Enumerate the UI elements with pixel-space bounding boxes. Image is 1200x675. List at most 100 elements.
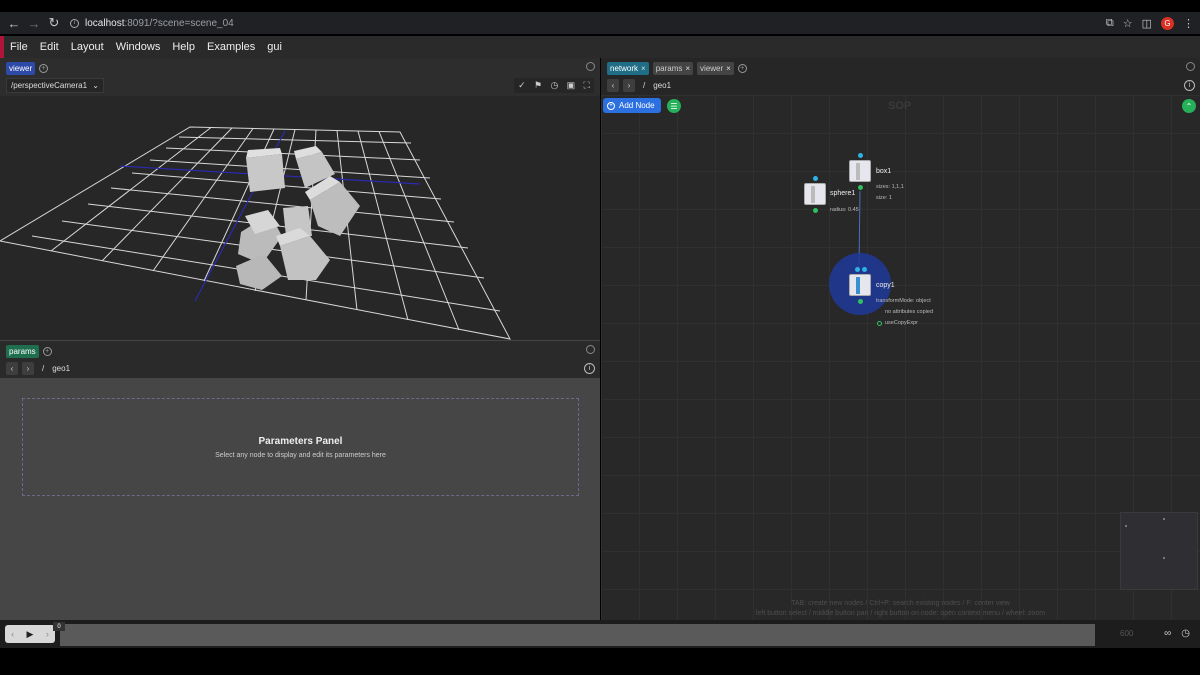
tab-params-label: params [655, 63, 683, 73]
tab-viewer[interactable]: viewer × [697, 61, 734, 75]
previous-frame-icon[interactable]: ‹ [11, 629, 14, 639]
input-port[interactable] [813, 176, 818, 181]
flag-icon[interactable]: ⚑ [534, 80, 542, 91]
tab-viewer-label: viewer [700, 63, 724, 73]
up-arrow-icon[interactable]: ⌃ [1182, 99, 1196, 113]
node-copy1-param: transformMode: object [876, 298, 931, 304]
input-port[interactable] [862, 267, 867, 272]
star-icon[interactable]: ☆ [1123, 17, 1133, 30]
app-menubar: File Edit Layout Windows Help Examples g… [0, 36, 1200, 58]
fullscreen-icon[interactable]: ⛶ [583, 80, 589, 91]
node-graph-canvas[interactable]: TAB: create new nodes / Ctrl+P: search e… [601, 95, 1200, 620]
menu-edit[interactable]: Edit [34, 41, 65, 53]
node-box1-param: sizes: 1,1,1 [876, 184, 904, 190]
node-flag [856, 277, 860, 294]
add-node-button[interactable]: + Add Node [603, 98, 661, 113]
node-box1-label: box1 [876, 168, 892, 175]
network-panel: network × params × viewer × + ‹ › / geo1 i … [601, 58, 1200, 620]
loop-icon[interactable]: ∞ [1164, 628, 1171, 639]
input-port[interactable] [858, 153, 863, 158]
add-tab-icon[interactable]: + [39, 63, 49, 73]
tab-viewer-label: viewer [9, 63, 33, 73]
sidepanel-icon[interactable]: ◫ [1142, 17, 1152, 30]
checkbox-icon[interactable] [877, 321, 882, 326]
panel-options-icon[interactable] [1186, 62, 1195, 71]
add-tab-icon[interactable]: + [42, 346, 52, 356]
params-body: Parameters Panel Select any node to disp… [0, 378, 600, 621]
breadcrumb-root[interactable]: / [643, 81, 645, 90]
back-arrow-icon[interactable]: ← [4, 13, 24, 33]
current-frame-badge: 0 [53, 622, 65, 631]
camera-icon[interactable]: ▣ [567, 80, 576, 91]
menu-layout[interactable]: Layout [65, 41, 110, 53]
minimap[interactable] [1120, 512, 1198, 590]
tab-viewer[interactable]: viewer [6, 61, 36, 75]
browser-toolbar: ← → ↻ i localhost:8091/?scene=scene_04 ⧉… [0, 12, 1200, 34]
address-bar[interactable]: i localhost:8091/?scene=scene_04 [70, 18, 234, 29]
output-port[interactable] [813, 208, 818, 213]
menu-help[interactable]: Help [166, 41, 201, 53]
end-frame-label[interactable]: 600 [1120, 629, 1133, 638]
forward-arrow-icon[interactable]: › [623, 79, 635, 92]
input-port[interactable] [855, 267, 860, 272]
panel-options-icon[interactable] [586, 62, 595, 71]
back-arrow-icon[interactable]: ‹ [607, 79, 619, 92]
output-port[interactable] [858, 185, 863, 190]
camera-dropdown[interactable]: /perspectiveCamera1 ⌄ [6, 78, 104, 93]
profile-avatar[interactable]: G [1161, 16, 1174, 30]
node-sphere1-label: sphere1 [830, 190, 856, 197]
clock-icon[interactable]: ◷ [550, 80, 558, 91]
node-copy1-label: copy1 [876, 282, 895, 289]
check-icon[interactable]: ✓ [518, 80, 526, 91]
breadcrumb-node[interactable]: geo1 [653, 81, 671, 90]
share-icon[interactable]: ⧉ [1106, 17, 1114, 30]
close-icon[interactable]: × [641, 64, 646, 73]
kebab-menu-icon[interactable]: ⋮ [1183, 17, 1194, 30]
viewer-toolbar: ✓ ⚑ ◷ ▣ ⛶ [514, 78, 594, 93]
tab-network[interactable]: network × [607, 61, 649, 75]
tab-network-label: network [610, 63, 639, 73]
list-icon[interactable]: ☰ [667, 99, 681, 113]
node-flag [856, 163, 860, 180]
close-icon[interactable]: × [726, 64, 731, 73]
forward-arrow-icon[interactable]: → [24, 13, 44, 33]
node-copy1-param: no attributes copied [885, 309, 934, 315]
node-sphere1[interactable] [804, 183, 826, 205]
minimap-dot [1163, 557, 1165, 559]
node-flag [811, 186, 815, 203]
close-icon[interactable]: × [685, 64, 690, 73]
reload-icon[interactable]: ↻ [44, 13, 64, 33]
tab-params[interactable]: params [6, 344, 39, 358]
params-panel: params + ‹ › / geo1 i Parameters Panel S… [0, 340, 600, 621]
add-tab-icon[interactable]: + [737, 63, 747, 73]
play-icon[interactable]: ▶ [27, 629, 34, 640]
chevron-down-icon: ⌄ [92, 81, 99, 90]
info-icon[interactable]: i [584, 363, 595, 374]
panel-options-icon[interactable] [586, 345, 595, 354]
tab-params[interactable]: params × [652, 61, 694, 75]
output-port[interactable] [858, 299, 863, 304]
hint-line-1: TAB: create new nodes / Ctrl+P: search e… [791, 600, 1010, 607]
menu-windows[interactable]: Windows [110, 41, 167, 53]
timeline-scrubber[interactable] [60, 624, 1095, 646]
breadcrumb-root[interactable]: / [42, 364, 44, 373]
info-icon[interactable]: i [1184, 80, 1195, 91]
node-box1[interactable] [849, 160, 871, 182]
info-icon[interactable]: i [70, 18, 79, 28]
screen: ← → ↻ i localhost:8091/?scene=scene_04 ⧉… [0, 0, 1200, 675]
clock-icon[interactable]: ◷ [1181, 628, 1190, 639]
forward-arrow-icon[interactable]: › [22, 362, 34, 375]
connections [829, 190, 891, 315]
menu-gui[interactable]: gui [261, 41, 288, 53]
breadcrumb-node[interactable]: geo1 [52, 364, 70, 373]
node-box1-param: size: 1 [876, 195, 892, 201]
url-path: :8091/?scene=scene_04 [124, 17, 234, 29]
back-arrow-icon[interactable]: ‹ [6, 362, 18, 375]
3d-viewport[interactable] [0, 96, 600, 340]
menu-examples[interactable]: Examples [201, 41, 261, 53]
menu-file[interactable]: File [4, 41, 34, 53]
minimap-dot [1125, 525, 1127, 527]
node-copy1[interactable] [849, 274, 871, 296]
next-frame-icon[interactable]: › [46, 629, 49, 639]
add-node-label: Add Node [619, 101, 655, 110]
